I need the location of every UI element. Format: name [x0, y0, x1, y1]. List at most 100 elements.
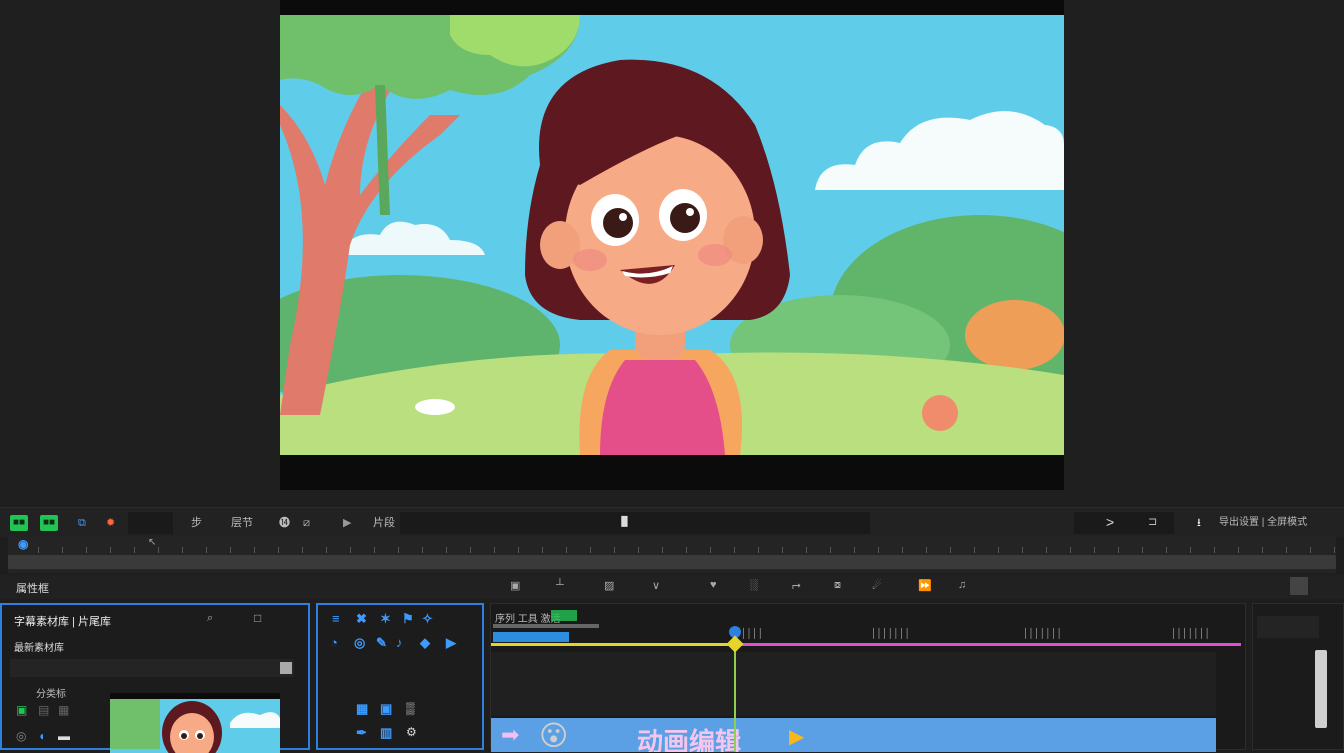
right-side-panel: [1252, 603, 1344, 750]
tool-chat-icon[interactable]: ◎: [354, 635, 365, 651]
playback-field: > ⊐: [1074, 512, 1174, 534]
viewer-panel: [0, 0, 1344, 505]
heart-icon[interactable]: ♥: [710, 579, 717, 591]
green-toggle-button-1[interactable]: ■■: [10, 515, 29, 531]
tool-grid-icon[interactable]: ▒: [406, 701, 415, 715]
align-center-icon[interactable]: ┴: [556, 579, 564, 591]
tool-film-icon[interactable]: ▣: [380, 701, 392, 717]
crop-icon[interactable]: ⮣: [792, 579, 801, 592]
timeline-ruler: ◉ ↖: [8, 537, 1336, 573]
pupil-right: [670, 203, 700, 233]
export-icon[interactable]: ⭳: [1194, 515, 1204, 531]
timeline-active-badge[interactable]: [551, 610, 577, 621]
thumb-tree: [110, 699, 160, 749]
link-icon[interactable]: ⧉: [75, 515, 89, 531]
clip-arrow-icon: ➡: [501, 722, 520, 747]
filter-bar[interactable]: [10, 659, 294, 677]
cheek-left: [573, 249, 607, 271]
video-preview[interactable]: [280, 0, 1064, 490]
flower-white: [415, 399, 455, 415]
step-button[interactable]: 步: [188, 515, 205, 531]
media-library-panel: 字幕素材库 | 片尾库 ⌕ □ 最新素材库 分类标 ▣ ▤ ▦ ◎ ◖ ▬: [0, 603, 310, 753]
bracket-icon[interactable]: ⧄: [300, 515, 313, 531]
timeline-panel: 序列 工具 激活 ││││ │││││││ │││││││ │││││││ ➡ …: [490, 603, 1246, 752]
clip-button[interactable]: 片段: [370, 515, 398, 531]
tool-pie-icon[interactable]: ◔: [330, 635, 338, 650]
media-icon-chat[interactable]: ▬: [58, 729, 70, 743]
eye-shine-left: [619, 213, 627, 221]
tool-music-icon[interactable]: ♪: [396, 635, 403, 650]
layer-button[interactable]: 层节: [228, 515, 256, 531]
transform-icon[interactable]: ⧇: [834, 579, 841, 592]
green-toggle-button-2[interactable]: ■■: [40, 515, 59, 531]
media-icon-circle[interactable]: ◎: [16, 729, 26, 743]
export-settings-button[interactable]: 导出设置 | 全屏模式: [1216, 515, 1310, 531]
tool-cross-icon[interactable]: ✖: [356, 611, 367, 627]
thumb-pupil-right: [197, 733, 203, 739]
transport-toolbar: ■■ ■■ ⧉ ✹ 步 层节 ⓮ ⧄ ▶ 片段 ▐▌ > ⊐ ⭳ 导出设置 | …: [0, 507, 1344, 537]
tick-label-3: │││││││: [1023, 628, 1063, 638]
tool-flag-icon[interactable]: ⚑: [402, 611, 414, 627]
video-clip[interactable]: ➡ 😮 动画编辑 ▶: [491, 718, 1216, 752]
cartoon-scene-image: [280, 15, 1064, 455]
media-icon-doc[interactable]: ▤: [38, 703, 49, 717]
tool-cut-icon[interactable]: ▥: [380, 725, 392, 741]
play-button[interactable]: >: [1106, 514, 1114, 530]
thumbnail-image: [110, 699, 280, 753]
empty-track: [491, 652, 1216, 716]
play-small-icon[interactable]: ▶: [340, 515, 354, 531]
tool-layout-icon[interactable]: ▦: [356, 701, 368, 717]
speed-icon[interactable]: ⏩: [918, 579, 932, 592]
clip-emoji: 😮: [539, 719, 569, 752]
align-left-icon[interactable]: ▣: [510, 579, 520, 592]
marker-button[interactable]: ⓮: [276, 515, 293, 531]
ruler-start-icon[interactable]: ◉: [18, 537, 28, 551]
zoom-range-bar[interactable]: [493, 632, 569, 642]
search-icon[interactable]: ⌕: [207, 612, 213, 625]
property-row: 属性框 ▣ ┴ ▨ ∨ ♥ ░ ⮣ ⧇ ☄ ⏩ ♫: [0, 575, 1344, 599]
category-label: 分类标: [36, 689, 66, 700]
filter-icon[interactable]: ∨: [652, 579, 660, 592]
tool-star-icon[interactable]: ✶: [380, 611, 391, 627]
grid-icon[interactable]: ░: [750, 579, 758, 591]
media-library-subtitle: 最新素材库: [14, 643, 64, 654]
distribute-icon[interactable]: ▨: [604, 579, 614, 592]
playhead-marker[interactable]: [726, 635, 744, 653]
tool-settings-icon[interactable]: ⚙: [406, 725, 417, 739]
tool-pen-icon[interactable]: ✎: [376, 635, 387, 651]
square-icon[interactable]: □: [254, 611, 261, 625]
track-line-pink: [735, 643, 1241, 646]
vertical-scrollbar[interactable]: [1315, 650, 1327, 728]
filter-button[interactable]: [280, 662, 292, 674]
toolbar-field: [128, 512, 173, 534]
cheek-right: [698, 244, 732, 266]
tick-label-1: ││││: [741, 628, 764, 638]
scrub-bar[interactable]: [8, 555, 1336, 569]
flower-orange: [922, 395, 958, 431]
right-panel-header: [1257, 616, 1319, 638]
eye-shine-right: [686, 208, 694, 216]
effects-icon[interactable]: ☄: [872, 579, 882, 592]
tools-panel: ≡ ✖ ✶ ⚑ ✧ ◔ ◎ ✎ ♪ ◆ ▶ ▦ ▣ ▒ ✒ ▥ ⚙: [316, 603, 484, 750]
tick-label-2: │││││││: [871, 628, 911, 638]
timecode-marker: ▐▌: [618, 516, 631, 526]
orange-bush: [965, 300, 1064, 370]
snap-icon[interactable]: ✹: [103, 515, 118, 531]
timecode-field: ▐▌: [400, 512, 870, 534]
clip-play-icon: ▶: [789, 726, 805, 748]
media-icon-film[interactable]: ▦: [58, 703, 69, 717]
media-icon-green[interactable]: ▣: [16, 703, 27, 717]
tool-play-icon[interactable]: ▶: [446, 635, 456, 651]
tool-brush-icon[interactable]: ✒: [356, 725, 367, 741]
tool-text-icon[interactable]: ≡: [332, 611, 340, 626]
media-icon-tag[interactable]: ◖: [38, 729, 45, 743]
track-line-yellow: [491, 643, 735, 646]
stop-button[interactable]: ⊐: [1148, 515, 1157, 528]
panel-toggle-button[interactable]: [1290, 577, 1308, 595]
media-thumbnail[interactable]: [110, 693, 280, 753]
ruler-ticks: [38, 547, 1336, 553]
tool-shape-icon[interactable]: ◆: [420, 635, 430, 651]
tool-magic-icon[interactable]: ✧: [422, 611, 433, 627]
audio-icon[interactable]: ♫: [958, 579, 966, 591]
zoom-track[interactable]: [493, 624, 599, 628]
